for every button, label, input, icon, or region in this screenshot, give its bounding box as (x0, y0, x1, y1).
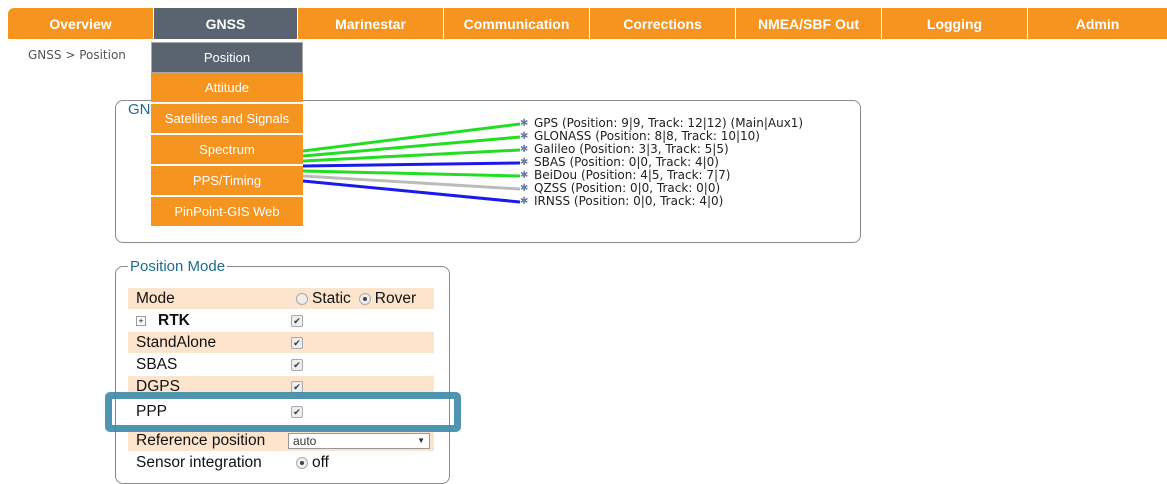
satellite-icon: ✱ (520, 130, 529, 142)
sensor-off-label: off (312, 453, 329, 471)
signal-line (302, 169, 521, 178)
menu-item-position[interactable]: Position (151, 42, 303, 73)
satellite-icon: ✱ (520, 169, 529, 181)
signal-line (302, 161, 521, 168)
menu-item-pinpoint-gis-web[interactable]: PinPoint-GIS Web (151, 197, 303, 228)
rtk-label: RTK (158, 311, 190, 329)
sensor-off-radio[interactable] (296, 456, 308, 469)
satellite-icon: ✱ (520, 143, 529, 155)
menu-item-pps-timing[interactable]: PPS/Timing (151, 166, 303, 197)
standalone-checkbox[interactable]: ✔ (291, 336, 303, 349)
signal-line (302, 174, 521, 191)
satellite-icon: ✱ (520, 117, 529, 129)
gnss-dropdown-menu: Position Attitude Satellites and Signals… (151, 42, 303, 228)
expand-icon[interactable]: + (136, 315, 146, 326)
rover-label: Rover (374, 289, 417, 307)
sensor-integration-label: Sensor integration (136, 453, 262, 471)
signal-irnss: ✱ IRNSS (Position: 0|0, Track: 4|0) (520, 195, 723, 208)
mode-label: Mode (136, 289, 175, 307)
rover-radio[interactable] (358, 292, 371, 305)
sbas-label: SBAS (136, 355, 178, 373)
sbas-checkbox[interactable]: ✔ (291, 358, 303, 371)
reference-position-value: auto (293, 433, 317, 448)
menu-item-attitude[interactable]: Attitude (151, 73, 303, 104)
mode-radio-group: Static Rover (296, 290, 416, 308)
signal-label: IRNSS (Position: 0|0, Track: 4|0) (534, 194, 724, 208)
sbas-row: SBAS ✔ (128, 354, 434, 375)
standalone-label: StandAlone (136, 333, 217, 351)
reference-position-label: Reference position (136, 431, 266, 449)
menu-item-satellites-and-signals[interactable]: Satellites and Signals (151, 104, 303, 135)
rtk-row: + RTK ✔ (128, 310, 434, 331)
menu-item-spectrum[interactable]: Spectrum (151, 135, 303, 166)
chevron-down-icon: ▼ (417, 435, 425, 445)
mode-row: Mode Static Rover (128, 288, 434, 309)
standalone-row: StandAlone ✔ (128, 332, 434, 353)
static-radio[interactable] (296, 292, 308, 305)
dgps-checkbox[interactable]: ✔ (291, 380, 303, 393)
satellite-icon: ✱ (520, 195, 529, 207)
position-mode-legend: Position Mode (128, 258, 228, 275)
reference-position-row: Reference position auto ▼ (128, 430, 434, 451)
rtk-label-wrap: + RTK (136, 312, 190, 330)
satellite-icon: ✱ (520, 156, 529, 168)
reference-position-select[interactable]: auto ▼ (288, 432, 430, 449)
sensor-integration-row: Sensor integration off (128, 452, 434, 473)
rtk-checkbox[interactable]: ✔ (291, 314, 303, 327)
static-label: Static (312, 289, 351, 307)
signal-line (302, 179, 521, 204)
ppp-highlight (105, 392, 461, 432)
satellite-icon: ✱ (520, 182, 529, 194)
